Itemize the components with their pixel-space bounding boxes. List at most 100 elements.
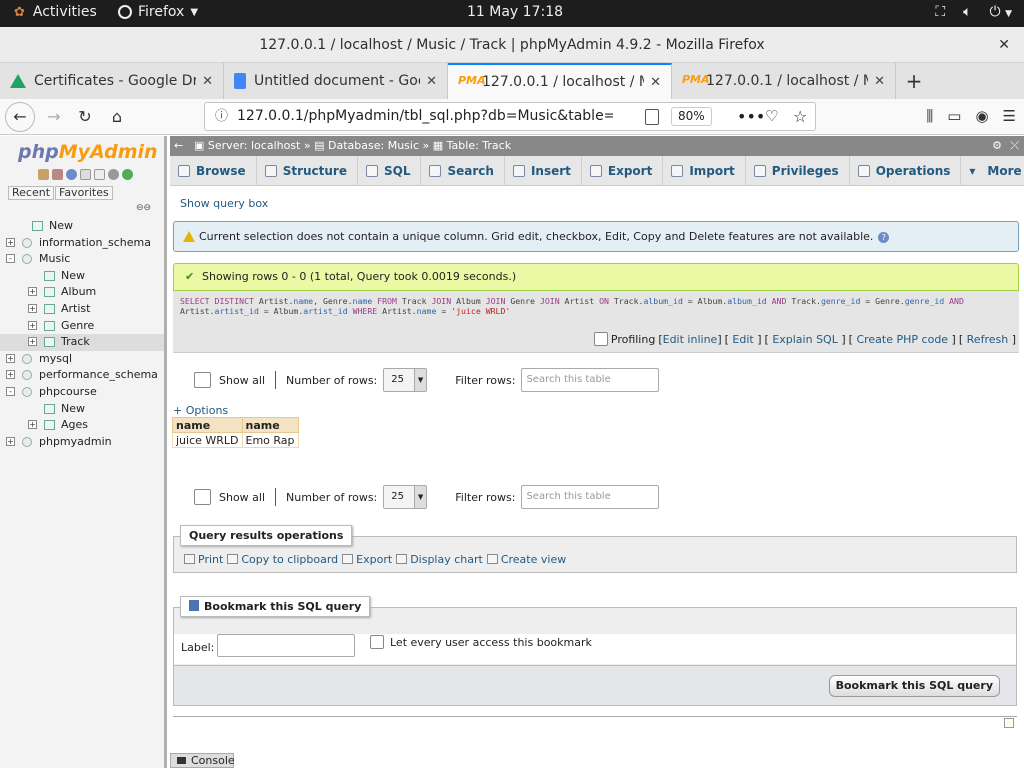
logout-icon[interactable] xyxy=(52,169,63,180)
options-toggle[interactable]: + Options xyxy=(173,404,228,417)
show-all-checkbox[interactable] xyxy=(194,372,211,388)
reader-view-icon[interactable] xyxy=(645,109,659,125)
profiling-checkbox[interactable] xyxy=(593,332,608,346)
tab-import[interactable]: Import xyxy=(663,156,746,186)
reload-nav-icon[interactable] xyxy=(122,169,133,180)
tree-item-genre[interactable]: + Genre xyxy=(0,318,164,335)
console-toggle[interactable]: Console xyxy=(170,753,235,768)
docs-icon[interactable] xyxy=(80,169,91,180)
display-chart-link[interactable]: Display chart xyxy=(396,553,483,566)
tree-item-information-schema[interactable]: + information_schema xyxy=(0,235,164,252)
help-icon[interactable] xyxy=(66,169,77,180)
tree-item-track[interactable]: + Track xyxy=(0,334,164,351)
tab-structure[interactable]: Structure xyxy=(257,156,358,186)
expand-icon[interactable]: + xyxy=(28,320,37,330)
link-with-main-icon[interactable]: ⊖⊖ xyxy=(136,203,151,213)
every-user-checkbox[interactable] xyxy=(370,635,384,649)
system-tray[interactable]: ⛶ 🔈︎ ⏻ ▼ xyxy=(935,4,1012,20)
close-icon[interactable]: ⤫ xyxy=(1010,136,1019,156)
tab-operations[interactable]: Operations xyxy=(850,156,962,186)
account-icon[interactable]: ◉ xyxy=(975,107,988,125)
tree-item-music[interactable]: - Music xyxy=(0,251,164,268)
expand-icon[interactable]: + xyxy=(6,370,15,380)
refresh-link[interactable]: Refresh xyxy=(967,333,1009,346)
edit-link[interactable]: Edit xyxy=(732,333,753,346)
collapse-icon[interactable]: - xyxy=(6,386,15,396)
sql-query-text[interactable]: SELECT DISTINCT Artist.name, Genre.name … xyxy=(180,296,1000,316)
settings-gear-icon[interactable]: ⚙ xyxy=(992,136,1002,156)
show-all-checkbox[interactable] xyxy=(194,489,211,505)
help-icon[interactable]: ? xyxy=(878,232,890,243)
tree-item-new[interactable]: New xyxy=(0,268,164,285)
pocket-icon[interactable]: ♡ xyxy=(765,103,778,130)
cell-genre-name[interactable]: Emo Rap xyxy=(241,432,299,448)
column-header-name[interactable]: name xyxy=(241,417,299,433)
tree-item-ages[interactable]: + Ages xyxy=(0,417,164,434)
tree-item-album[interactable]: + Album xyxy=(0,284,164,301)
favorites-button[interactable]: Favorites xyxy=(55,186,113,200)
cell-artist-name[interactable]: juice WRLD xyxy=(172,432,243,448)
hamburger-menu-icon[interactable]: ☰ xyxy=(1003,107,1016,125)
tree-item-artist[interactable]: + Artist xyxy=(0,301,164,318)
activities-button[interactable]: ✿ Activities xyxy=(14,4,97,20)
tree-item-phpcourse[interactable]: - phpcourse xyxy=(0,384,164,401)
number-of-rows-select[interactable]: 25 ▼ xyxy=(383,485,428,509)
tab-browse[interactable]: Browse xyxy=(170,156,257,186)
tab-insert[interactable]: Insert xyxy=(505,156,582,186)
show-query-box-link[interactable]: Show query box xyxy=(180,197,268,210)
bookmark-submit-button[interactable]: Bookmark this SQL query xyxy=(828,675,1000,697)
bookmark-label-input[interactable] xyxy=(217,634,355,657)
expand-icon[interactable]: + xyxy=(6,237,15,247)
close-tab-icon[interactable]: ✕ xyxy=(426,74,437,89)
home-icon[interactable] xyxy=(38,169,49,180)
tree-item-new[interactable]: New xyxy=(0,218,164,235)
library-icon[interactable]: ⫼ xyxy=(926,107,933,125)
clock[interactable]: 11 May 17:18 xyxy=(467,4,563,20)
export-link[interactable]: Export xyxy=(342,553,392,566)
breadcrumb-server[interactable]: Server: localhost xyxy=(208,139,300,152)
number-of-rows-select[interactable]: 25 ▼ xyxy=(383,368,428,392)
filter-rows-input[interactable]: Search this table xyxy=(521,368,660,392)
new-tab-button[interactable]: + xyxy=(896,63,932,99)
bookmark-star-icon[interactable]: ☆ xyxy=(793,103,807,130)
filter-rows-input[interactable]: Search this table xyxy=(521,485,660,509)
reload-button[interactable]: ↻ xyxy=(73,105,97,129)
zoom-level[interactable]: 80% xyxy=(671,107,712,126)
edit-inline-link[interactable]: Edit inline xyxy=(663,333,718,346)
expand-icon[interactable]: + xyxy=(28,287,37,297)
settings-gear-icon[interactable] xyxy=(108,169,119,180)
collapse-arrow-icon[interactable]: ← xyxy=(174,136,183,156)
tab-export[interactable]: Export xyxy=(582,156,664,186)
tree-item-new[interactable]: New xyxy=(0,401,164,418)
back-button[interactable]: ← xyxy=(5,102,35,132)
home-button[interactable]: ⌂ xyxy=(105,105,129,129)
tree-item-performance-schema[interactable]: + performance_schema xyxy=(0,367,164,384)
forward-button[interactable]: → xyxy=(42,105,66,129)
tab-search[interactable]: Search xyxy=(421,156,505,186)
explain-sql-link[interactable]: Explain SQL xyxy=(772,333,838,346)
collapse-icon[interactable]: - xyxy=(6,254,15,264)
tab-more[interactable]: ▾ More xyxy=(961,156,1024,186)
tab-sql[interactable]: SQL xyxy=(358,156,422,186)
print-link[interactable]: Print xyxy=(184,553,223,566)
close-window-button[interactable]: ✕ xyxy=(998,27,1010,63)
info-icon[interactable]: ⓘ xyxy=(215,103,228,130)
phpmyadmin-logo[interactable]: phpMyAdmin xyxy=(18,141,158,163)
close-tab-icon[interactable]: ✕ xyxy=(874,74,885,89)
create-view-link[interactable]: Create view xyxy=(486,553,566,566)
close-tab-icon[interactable]: ✕ xyxy=(202,74,213,89)
page-actions-icon[interactable]: ••• xyxy=(737,103,765,130)
create-php-code-link[interactable]: Create PHP code xyxy=(856,333,948,346)
close-tab-icon[interactable]: ✕ xyxy=(650,75,661,90)
tree-item-phpmyadmin[interactable]: + phpmyadmin xyxy=(0,434,164,451)
tab-google-drive[interactable]: Certificates - Google Drive ✕ xyxy=(0,63,224,99)
expand-icon[interactable]: + xyxy=(6,436,15,446)
url-bar[interactable]: ⓘ 127.0.0.1/phpMyadmin/tbl_sql.php?db=Mu… xyxy=(204,102,816,131)
expand-icon[interactable]: + xyxy=(6,353,15,363)
recent-button[interactable]: Recent xyxy=(8,186,55,200)
tab-privileges[interactable]: Privileges xyxy=(746,156,850,186)
tab-phpmyadmin-active[interactable]: PMA 127.0.0.1 / localhost / Music ✕ xyxy=(448,63,672,99)
expand-icon[interactable]: + xyxy=(28,303,37,313)
app-menu-button[interactable]: Firefox ▼ xyxy=(118,4,198,20)
url-text[interactable]: 127.0.0.1/phpMyadmin/tbl_sql.php?db=Musi… xyxy=(237,103,613,130)
